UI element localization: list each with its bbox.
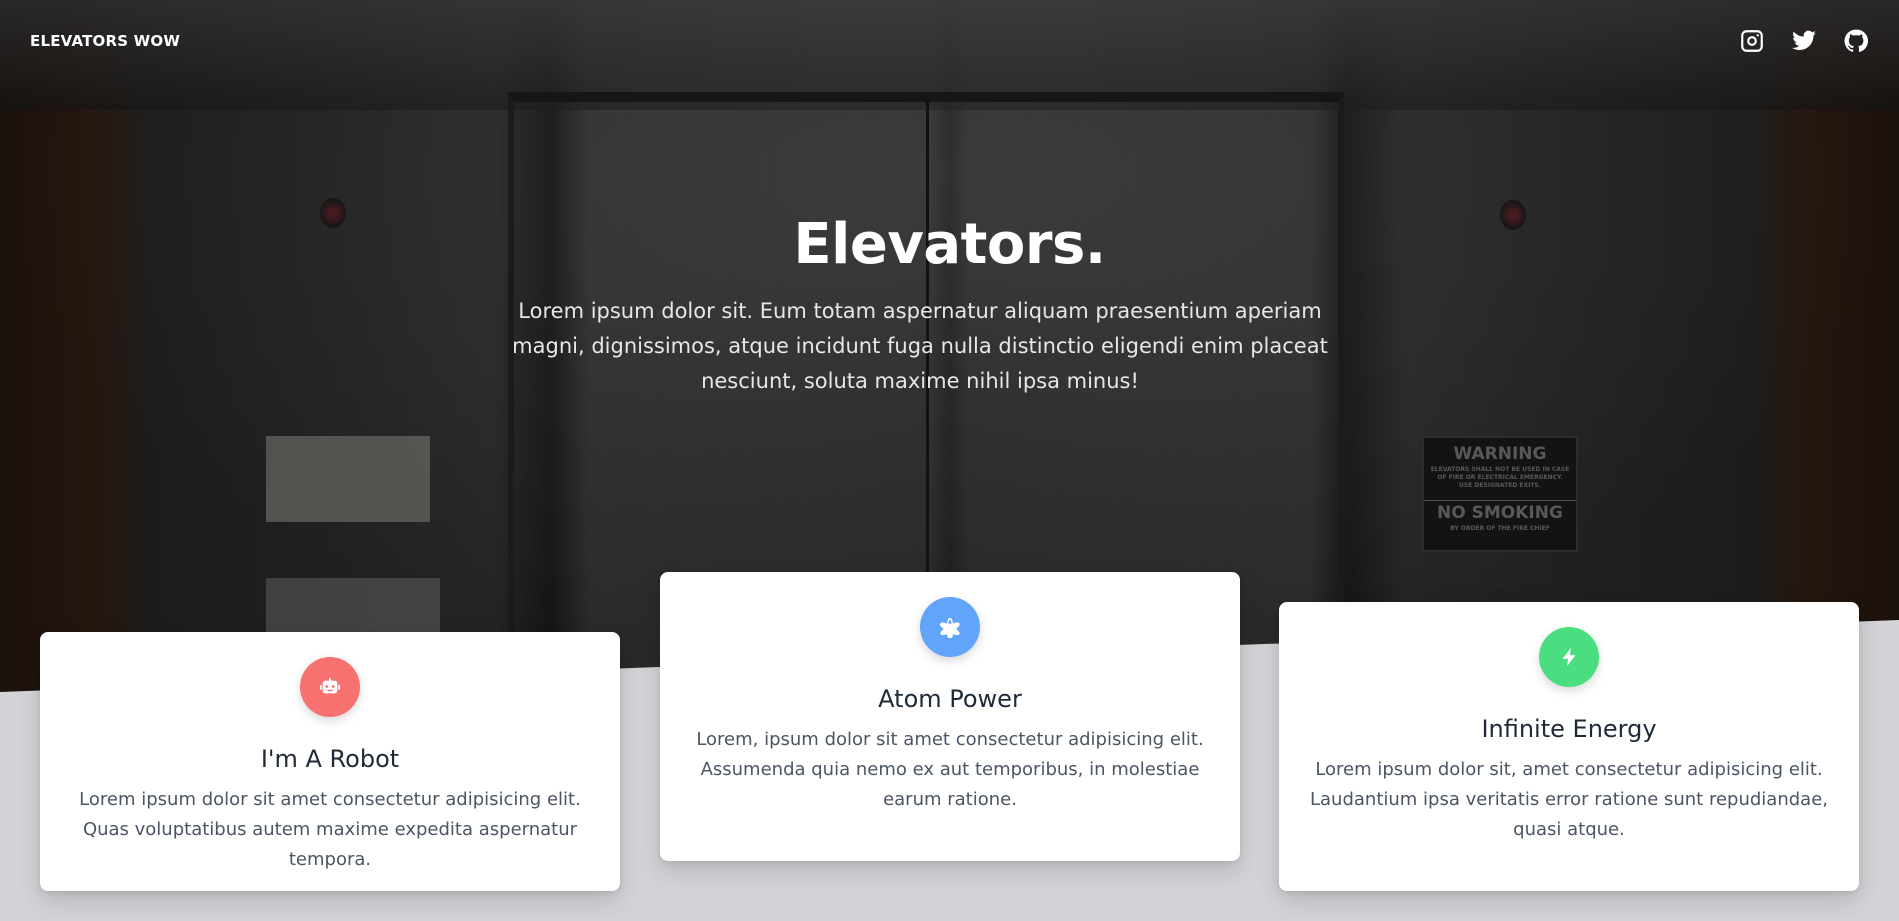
instagram-icon	[1741, 30, 1763, 52]
feature-text: Lorem ipsum dolor sit amet consectetur a…	[79, 789, 581, 870]
feature-icon-circle	[920, 597, 980, 657]
hero-description: Lorem ipsum dolor sit. Eum totam asperna…	[512, 299, 1328, 393]
feature-icon-circle	[1539, 627, 1599, 687]
twitter-link[interactable]	[1791, 28, 1817, 54]
atom-icon	[939, 617, 960, 638]
feature-title: Infinite Energy	[1481, 715, 1657, 743]
feature-card-atom: Atom Power Lorem, ipsum dolor sit amet c…	[660, 572, 1240, 861]
feature-title: I'm A Robot	[260, 745, 400, 773]
hero-title: Elevators.	[793, 212, 1106, 277]
github-icon	[1844, 29, 1869, 52]
twitter-icon	[1792, 30, 1816, 50]
brand-logo[interactable]: ELEVATORS WOW	[30, 32, 180, 50]
feature-text: Lorem, ipsum dolor sit amet consectetur …	[696, 729, 1204, 810]
bolt-icon	[1562, 647, 1576, 667]
feature-icon-circle	[300, 657, 360, 717]
feature-card-robot: I'm A Robot Lorem ipsum dolor sit amet c…	[40, 632, 620, 891]
github-link[interactable]	[1843, 28, 1869, 54]
feature-text: Lorem ipsum dolor sit, amet consectetur …	[1310, 759, 1828, 840]
social-links	[1739, 28, 1869, 54]
feature-card-energy: Infinite Energy Lorem ipsum dolor sit, a…	[1279, 602, 1859, 891]
robot-icon	[319, 677, 341, 694]
instagram-link[interactable]	[1739, 28, 1765, 54]
feature-title: Atom Power	[878, 685, 1022, 713]
